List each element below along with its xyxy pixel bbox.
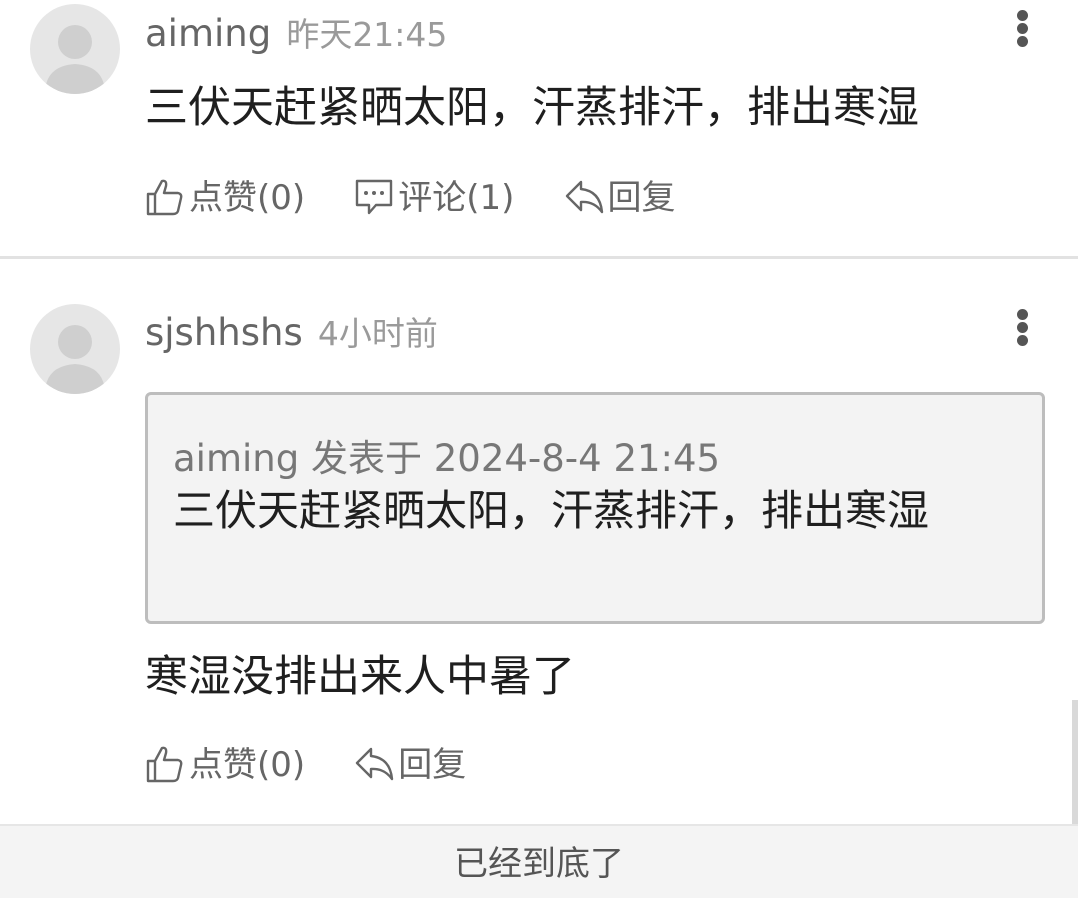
comment-meta: aiming 昨天21:45 <box>145 8 447 56</box>
reply-label: 回复 <box>607 178 676 218</box>
like-button[interactable]: 点赞(0) <box>145 742 305 788</box>
more-vertical-icon[interactable] <box>1008 307 1038 347</box>
default-user-avatar-icon <box>45 325 105 394</box>
like-label: 点赞(0) <box>189 178 306 218</box>
quote-text: 三伏天赶紧晒太阳，汗蒸排汗，排出寒湿 <box>173 486 930 535</box>
thumbs-up-icon <box>146 179 183 216</box>
username[interactable]: aiming <box>145 12 271 55</box>
default-user-avatar-icon <box>45 25 105 94</box>
end-of-list-footer: 已经到底了 <box>0 824 1078 898</box>
reply-arrow-icon <box>565 180 603 214</box>
comment-item: sjshhshs 4小时前 aiming 发表于 2024-8-4 21:45 … <box>0 259 1078 824</box>
comment-item: aiming 昨天21:45 三伏天赶紧晒太阳，汗蒸排汗，排出寒湿 点赞(0) … <box>0 0 1078 259</box>
comment-actions: 点赞(0) 回复 <box>145 742 510 788</box>
reply-arrow-icon <box>356 747 394 781</box>
reply-button[interactable]: 回复 <box>564 175 676 221</box>
reply-label: 回复 <box>398 745 467 785</box>
reply-button[interactable]: 回复 <box>354 742 466 788</box>
comment-content: 寒湿没排出来人中暑了 <box>145 652 575 702</box>
timestamp: 昨天21:45 <box>286 15 448 54</box>
avatar[interactable] <box>30 4 120 94</box>
avatar[interactable] <box>30 304 120 394</box>
comment-content: 三伏天赶紧晒太阳，汗蒸排汗，排出寒湿 <box>145 83 919 133</box>
comment-bubble-icon <box>356 179 393 215</box>
timestamp: 4小时前 <box>317 314 438 353</box>
quoted-comment: aiming 发表于 2024-8-4 21:45 三伏天赶紧晒太阳，汗蒸排汗，… <box>145 392 1045 624</box>
thumbs-up-icon <box>146 746 183 783</box>
more-vertical-icon[interactable] <box>1008 8 1038 48</box>
comment-actions: 点赞(0) 评论(1) 回复 <box>145 175 720 221</box>
like-label: 点赞(0) <box>189 745 306 785</box>
footer-text: 已经到底了 <box>454 844 624 884</box>
scrollbar-thumb[interactable] <box>1072 700 1078 824</box>
comment-label: 评论(1) <box>398 178 515 218</box>
comment-meta: sjshhshs 4小时前 <box>145 307 438 355</box>
username[interactable]: sjshhshs <box>145 311 303 354</box>
quote-meta: aiming 发表于 2024-8-4 21:45 <box>173 437 721 480</box>
comment-button[interactable]: 评论(1) <box>354 175 514 221</box>
like-button[interactable]: 点赞(0) <box>145 175 305 221</box>
